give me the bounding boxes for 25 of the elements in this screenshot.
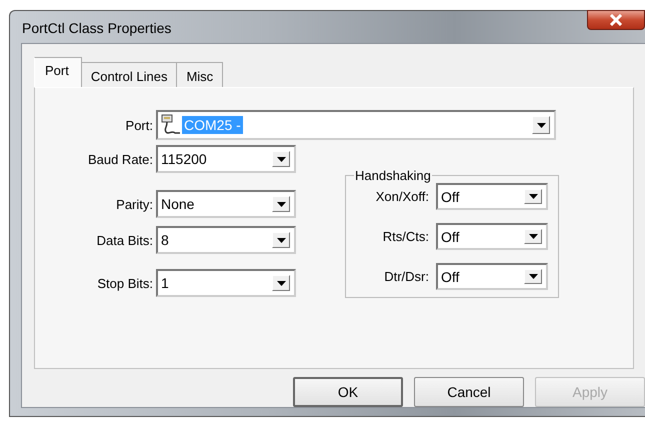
field-label: Xon/Xoff:: [374, 189, 430, 204]
dropdown[interactable]: None: [156, 190, 296, 218]
window-title: PortCtl Class Properties: [22, 20, 172, 36]
tab[interactable]: Port: [34, 57, 82, 87]
dropdown[interactable]: Off: [436, 263, 548, 290]
field-label: Baud Rate:: [86, 152, 154, 166]
field-label: Stop Bits:: [96, 276, 154, 290]
dropdown[interactable]: 1: [156, 269, 296, 297]
tab[interactable]: Control Lines: [82, 62, 178, 87]
dropdown[interactable]: 8: [156, 226, 296, 254]
cable-plug-icon: [160, 114, 182, 136]
group-title: Handshaking: [354, 168, 432, 183]
dialog-button[interactable]: OK: [293, 377, 403, 407]
dialog-button[interactable]: Cancel: [414, 377, 524, 407]
field-label: Rts/Cts:: [382, 229, 430, 244]
field-label: Data Bits:: [96, 232, 154, 248]
tab[interactable]: Misc: [177, 62, 224, 87]
field-label: Parity:: [115, 196, 154, 212]
close-icon: [609, 14, 623, 26]
field-label: Port:: [124, 118, 154, 132]
dropdown[interactable]: Off: [436, 223, 548, 250]
dropdown[interactable]: Off: [436, 183, 548, 210]
dropdown[interactable]: 115200: [156, 145, 296, 173]
field-label: Dtr/Dsr:: [383, 269, 430, 284]
close-button[interactable]: [587, 10, 645, 30]
